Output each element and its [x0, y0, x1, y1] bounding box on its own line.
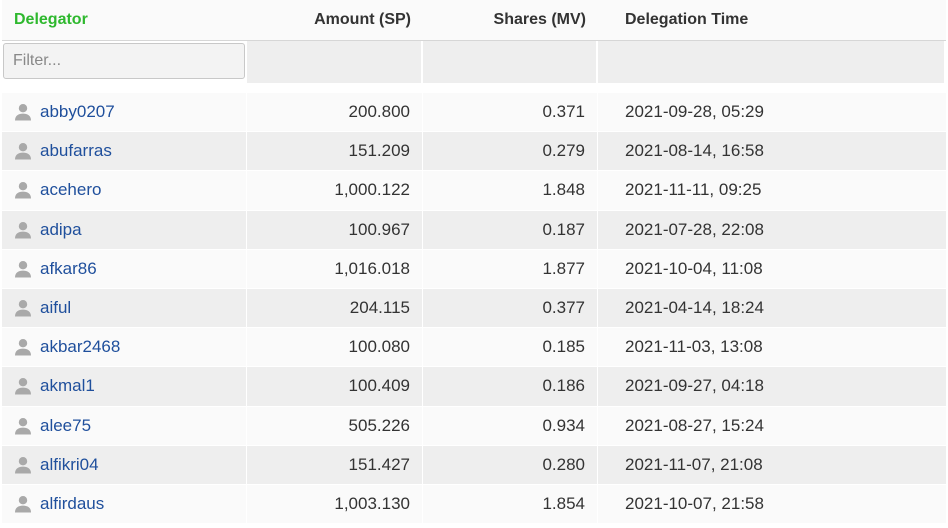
- delegation-time-cell: 2021-10-07, 21:58: [625, 493, 764, 513]
- amount-cell: 200.800: [247, 93, 423, 132]
- user-icon: [15, 339, 31, 356]
- shares-cell: 0.934: [423, 406, 598, 445]
- amount-cell: 505.226: [247, 406, 423, 445]
- filter-row: [2, 41, 946, 83]
- filter-cell-time: [598, 41, 946, 83]
- user-icon: [15, 456, 31, 474]
- amount-cell: 151.427: [247, 445, 423, 484]
- amount-cell: 1,016.018: [247, 249, 423, 288]
- table-row: abby0207 200.800 0.371 2021-09-28, 05:29: [2, 92, 946, 132]
- delegator-cell: alfikri04: [2, 445, 247, 484]
- delegator-link[interactable]: alfikri04: [40, 446, 99, 484]
- delegator-link[interactable]: acehero: [40, 171, 101, 209]
- shares-cell: 0.279: [423, 132, 598, 171]
- header-shares[interactable]: Shares (MV): [423, 0, 598, 40]
- delegator-link[interactable]: abby0207: [40, 93, 115, 131]
- delegator-cell: alfirdaus: [2, 484, 247, 524]
- shares-cell: 0.280: [423, 445, 598, 484]
- delegations-table: Delegator Amount (SP) Shares (MV) Delega…: [2, 0, 946, 524]
- amount-cell: 100.967: [247, 210, 423, 249]
- delegator-cell: alee75: [2, 406, 247, 445]
- header-delegator[interactable]: Delegator: [2, 0, 247, 40]
- table-row: afkar86 1,016.018 1.877 2021-10-04, 11:0…: [2, 248, 946, 288]
- delegator-cell: akmal1: [2, 367, 247, 406]
- delegator-link[interactable]: akbar2468: [40, 328, 120, 366]
- delegator-cell: aiful: [2, 288, 247, 328]
- user-icon: [15, 417, 31, 435]
- user-icon: [15, 143, 31, 160]
- delegation-time-cell: 2021-07-28, 22:08: [625, 219, 764, 239]
- delegation-time-cell: 2021-08-14, 16:58: [625, 141, 764, 161]
- header-delegation-time[interactable]: Delegation Time: [598, 0, 946, 40]
- table-row: aiful 204.115 0.377 2021-04-14, 18:24: [2, 287, 946, 328]
- amount-cell: 100.080: [247, 328, 423, 367]
- delegator-filter-input[interactable]: [3, 43, 245, 79]
- delegation-time-cell: 2021-09-28, 05:29: [625, 102, 764, 121]
- filter-cell-delegator: [2, 41, 247, 83]
- delegator-cell: acehero: [2, 171, 247, 210]
- delegator-link[interactable]: aiful: [40, 289, 71, 327]
- amount-cell: 1,000.122: [247, 171, 423, 210]
- delegator-link[interactable]: alee75: [40, 407, 91, 445]
- delegator-cell: abufarras: [2, 132, 247, 171]
- delegation-time-cell: 2021-11-11, 09:25: [625, 180, 762, 200]
- table-header-row: Delegator Amount (SP) Shares (MV) Delega…: [2, 0, 946, 41]
- delegator-link[interactable]: adipa: [40, 211, 82, 249]
- table-body: abby0207 200.800 0.371 2021-09-28, 05:29…: [2, 92, 946, 524]
- table-row: abufarras 151.209 0.279 2021-08-14, 16:5…: [2, 131, 946, 171]
- delegator-cell: abby0207: [2, 93, 247, 132]
- delegator-cell: adipa: [2, 210, 247, 249]
- user-icon: [15, 495, 31, 513]
- shares-cell: 0.377: [423, 288, 598, 328]
- shares-cell: 0.371: [423, 93, 598, 132]
- amount-cell: 100.409: [247, 367, 423, 406]
- table-row: alfikri04 151.427 0.280 2021-11-07, 21:0…: [2, 444, 946, 484]
- user-icon: [15, 182, 31, 199]
- shares-cell: 1.877: [423, 249, 598, 288]
- table-row: acehero 1,000.122 1.848 2021-11-11, 09:2…: [2, 170, 946, 210]
- user-icon: [15, 221, 31, 239]
- shares-cell: 1.848: [423, 171, 598, 210]
- shares-cell: 0.187: [423, 210, 598, 249]
- delegation-time-cell: 2021-08-27, 15:24: [625, 415, 764, 435]
- shares-cell: 0.185: [423, 328, 598, 367]
- table-row: akmal1 100.409 0.186 2021-09-27, 04:18: [2, 366, 946, 406]
- delegator-cell: afkar86: [2, 249, 247, 288]
- shares-cell: 0.186: [423, 367, 598, 406]
- delegator-link[interactable]: abufarras: [40, 132, 112, 170]
- delegator-link[interactable]: akmal1: [40, 367, 95, 405]
- delegation-time-cell: 2021-11-03, 13:08: [625, 337, 763, 357]
- table-row: alee75 505.226 0.934 2021-08-27, 15:24: [2, 405, 946, 445]
- table-row: alfirdaus 1,003.130 1.854 2021-10-07, 21…: [2, 483, 946, 524]
- table-row: akbar2468 100.080 0.185 2021-11-03, 13:0…: [2, 327, 946, 367]
- table-row: adipa 100.967 0.187 2021-07-28, 22:08: [2, 209, 946, 249]
- filter-cell-shares: [423, 41, 598, 83]
- delegation-time-cell: 2021-10-04, 11:08: [625, 258, 763, 278]
- delegation-time-cell: 2021-04-14, 18:24: [625, 297, 764, 317]
- header-amount[interactable]: Amount (SP): [247, 0, 423, 40]
- shares-cell: 1.854: [423, 484, 598, 524]
- user-icon: [15, 260, 31, 278]
- user-icon: [15, 378, 31, 395]
- amount-cell: 1,003.130: [247, 484, 423, 524]
- amount-cell: 204.115: [247, 288, 423, 328]
- amount-cell: 151.209: [247, 132, 423, 171]
- delegator-cell: akbar2468: [2, 328, 247, 367]
- delegation-time-cell: 2021-09-27, 04:18: [625, 376, 764, 396]
- delegator-link[interactable]: afkar86: [40, 250, 97, 288]
- filter-cell-amount: [247, 41, 423, 83]
- delegator-link[interactable]: alfirdaus: [40, 485, 104, 523]
- delegation-time-cell: 2021-11-07, 21:08: [625, 454, 763, 474]
- user-icon: [15, 300, 31, 317]
- user-icon: [15, 104, 31, 121]
